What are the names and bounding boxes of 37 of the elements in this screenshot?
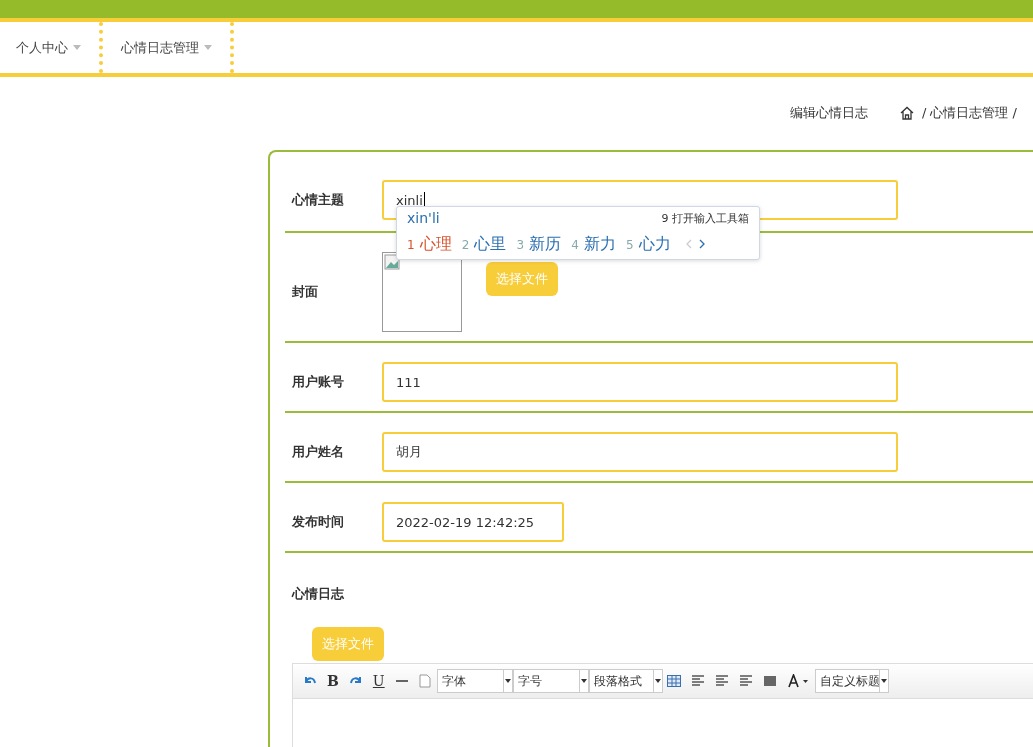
field-label: 心情日志 [292, 585, 345, 603]
caret-icon [504, 679, 511, 683]
caret-icon [204, 45, 212, 50]
align-icon[interactable] [690, 675, 705, 687]
ime-candidate[interactable]: 1 心理 [407, 233, 452, 255]
ime-candidate[interactable]: 3 新历 [516, 233, 562, 255]
input-field[interactable]: 胡月 [382, 432, 898, 472]
toolbar-select[interactable]: 段落格式 [588, 669, 663, 693]
input-field[interactable]: 2022-02-19 12:42:25 [382, 502, 564, 542]
justify-icon[interactable] [762, 675, 777, 687]
ime-candidate[interactable]: 5 心力 [625, 233, 671, 255]
caret-icon [580, 679, 587, 683]
ime-candidate[interactable]: 2 心里 [461, 233, 507, 255]
field-label: 发布时间 [292, 513, 345, 531]
toolbar-select[interactable]: 字体 [436, 669, 513, 693]
field-label: 用户账号 [292, 373, 345, 391]
home-icon[interactable] [899, 106, 914, 120]
caret-icon [73, 45, 81, 50]
input-field[interactable]: 111 [382, 362, 898, 402]
field-label: 心情主题 [292, 191, 345, 209]
align-icon[interactable] [714, 675, 729, 687]
page-title: 编辑心情日志 [789, 104, 868, 122]
ime-candidate[interactable]: 4 新力 [571, 233, 616, 255]
field-label: 用户姓名 [292, 443, 345, 461]
nav-menu-item[interactable]: 心情日志管理 [103, 22, 230, 73]
align-icon[interactable] [738, 675, 753, 687]
caret-icon [654, 679, 661, 683]
table-icon[interactable] [666, 675, 681, 687]
toolbar-select[interactable]: 字号 [512, 669, 589, 693]
breadcrumb-link[interactable]: / 心情日志管理 / [919, 104, 1019, 122]
field-label: 封面 [292, 283, 319, 301]
font-color-icon[interactable] [786, 674, 809, 688]
caret-icon [880, 679, 887, 683]
toolbar-select[interactable]: 自定义标题 [814, 669, 889, 693]
underline-button[interactable]: U [372, 673, 385, 689]
bold-button[interactable]: B [327, 673, 339, 689]
nav-menu-item[interactable]: 个人中心 [0, 22, 99, 73]
